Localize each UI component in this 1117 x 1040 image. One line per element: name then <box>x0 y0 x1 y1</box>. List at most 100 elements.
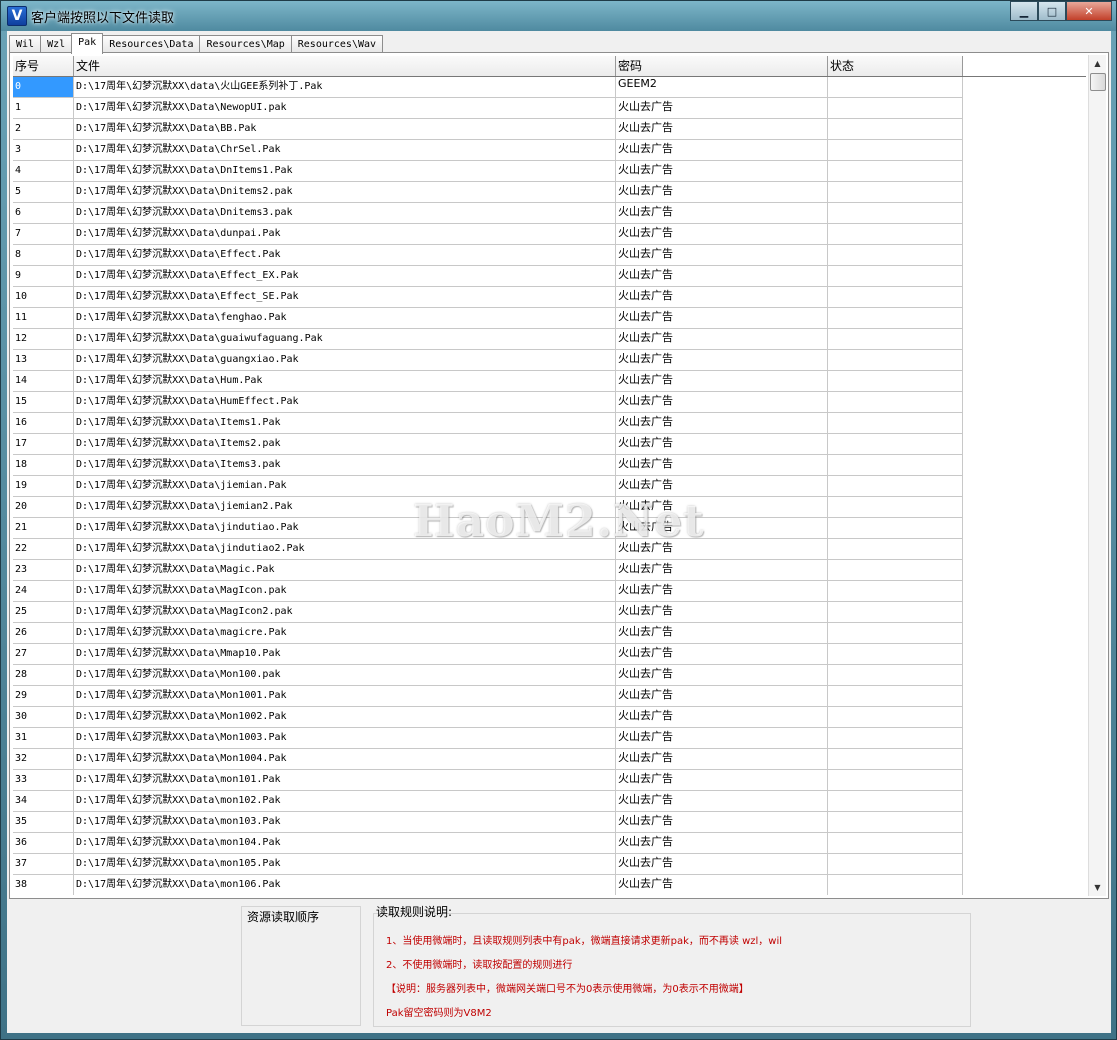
row-index-cell[interactable]: 14 <box>13 371 74 392</box>
file-path-cell[interactable]: D:\17周年\幻梦沉默XX\Data\mon101.Pak <box>74 770 616 791</box>
file-path-cell[interactable]: D:\17周年\幻梦沉默XX\Data\Effect.Pak <box>74 245 616 266</box>
status-cell[interactable] <box>828 644 963 665</box>
status-cell[interactable] <box>828 560 963 581</box>
row-index-cell[interactable]: 1 <box>13 98 74 119</box>
maximize-button[interactable]: □ <box>1038 1 1066 21</box>
table-row[interactable]: 25 D:\17周年\幻梦沉默XX\Data\MagIcon2.pak 火山去广告 <box>13 602 1086 623</box>
status-cell[interactable] <box>828 476 963 497</box>
status-cell[interactable] <box>828 161 963 182</box>
row-index-cell[interactable]: 28 <box>13 665 74 686</box>
table-row[interactable]: 21 D:\17周年\幻梦沉默XX\Data\jindutiao.Pak 火山去广告 <box>13 518 1086 539</box>
row-index-cell[interactable]: 23 <box>13 560 74 581</box>
status-cell[interactable] <box>828 287 963 308</box>
file-path-cell[interactable]: D:\17周年\幻梦沉默XX\Data\Effect_EX.Pak <box>74 266 616 287</box>
table-row[interactable]: 27 D:\17周年\幻梦沉默XX\Data\Mmap10.Pak 火山去广告 <box>13 644 1086 665</box>
row-index-cell[interactable]: 38 <box>13 875 74 895</box>
status-cell[interactable] <box>828 728 963 749</box>
file-path-cell[interactable]: D:\17周年\幻梦沉默XX\Data\jiemian2.Pak <box>74 497 616 518</box>
status-cell[interactable] <box>828 497 963 518</box>
row-index-cell[interactable]: 37 <box>13 854 74 875</box>
password-cell[interactable]: 火山去广告 <box>616 791 828 812</box>
file-path-cell[interactable]: D:\17周年\幻梦沉默XX\Data\fenghao.Pak <box>74 308 616 329</box>
table-row[interactable]: 26 D:\17周年\幻梦沉默XX\Data\magicre.Pak 火山去广告 <box>13 623 1086 644</box>
row-index-cell[interactable]: 20 <box>13 497 74 518</box>
row-index-cell[interactable]: 12 <box>13 329 74 350</box>
status-cell[interactable] <box>828 308 963 329</box>
file-path-cell[interactable]: D:\17周年\幻梦沉默XX\Data\Mmap10.Pak <box>74 644 616 665</box>
file-path-cell[interactable]: D:\17周年\幻梦沉默XX\Data\BB.Pak <box>74 119 616 140</box>
password-cell[interactable]: 火山去广告 <box>616 476 828 497</box>
status-cell[interactable] <box>828 518 963 539</box>
status-cell[interactable] <box>828 119 963 140</box>
scroll-up-icon[interactable]: ▲ <box>1089 55 1106 72</box>
table-row[interactable]: 23 D:\17周年\幻梦沉默XX\Data\Magic.Pak 火山去广告 <box>13 560 1086 581</box>
password-cell[interactable]: 火山去广告 <box>616 119 828 140</box>
file-path-cell[interactable]: D:\17周年\幻梦沉默XX\Data\jiemian.Pak <box>74 476 616 497</box>
table-row[interactable]: 18 D:\17周年\幻梦沉默XX\Data\Items3.pak 火山去广告 <box>13 455 1086 476</box>
file-path-cell[interactable]: D:\17周年\幻梦沉默XX\Data\mon106.Pak <box>74 875 616 895</box>
table-row[interactable]: 5 D:\17周年\幻梦沉默XX\Data\Dnitems2.pak 火山去广告 <box>13 182 1086 203</box>
file-table[interactable]: 序号 文件 密码 状态 0 D:\17周年\幻梦沉默XX\data\火山GEE系列补丁.… <box>13 56 1086 895</box>
table-row[interactable]: 2 D:\17周年\幻梦沉默XX\Data\BB.Pak 火山去广告 <box>13 119 1086 140</box>
table-row[interactable]: 22 D:\17周年\幻梦沉默XX\Data\jindutiao2.Pak 火山去广… <box>13 539 1086 560</box>
status-cell[interactable] <box>828 413 963 434</box>
status-cell[interactable] <box>828 140 963 161</box>
row-index-cell[interactable]: 19 <box>13 476 74 497</box>
table-row[interactable]: 1 D:\17周年\幻梦沉默XX\Data\NewopUI.pak 火山去广告 <box>13 98 1086 119</box>
password-cell[interactable]: 火山去广告 <box>616 182 828 203</box>
password-cell[interactable]: 火山去广告 <box>616 812 828 833</box>
scroll-thumb[interactable] <box>1090 73 1106 91</box>
password-cell[interactable]: 火山去广告 <box>616 455 828 476</box>
table-row[interactable]: 24 D:\17周年\幻梦沉默XX\Data\MagIcon.pak 火山去广告 <box>13 581 1086 602</box>
file-path-cell[interactable]: D:\17周年\幻梦沉默XX\data\火山GEE系列补丁.Pak <box>74 77 616 98</box>
file-path-cell[interactable]: D:\17周年\幻梦沉默XX\Data\Magic.Pak <box>74 560 616 581</box>
status-cell[interactable] <box>828 833 963 854</box>
table-row[interactable]: 11 D:\17周年\幻梦沉默XX\Data\fenghao.Pak 火山去广告 <box>13 308 1086 329</box>
table-row[interactable]: 34 D:\17周年\幻梦沉默XX\Data\mon102.Pak 火山去广告 <box>13 791 1086 812</box>
table-row[interactable]: 36 D:\17周年\幻梦沉默XX\Data\mon104.Pak 火山去广告 <box>13 833 1086 854</box>
table-row[interactable]: 30 D:\17周年\幻梦沉默XX\Data\Mon1002.Pak 火山去广告 <box>13 707 1086 728</box>
password-cell[interactable]: 火山去广告 <box>616 518 828 539</box>
row-index-cell[interactable]: 18 <box>13 455 74 476</box>
password-cell[interactable]: 火山去广告 <box>616 854 828 875</box>
row-index-cell[interactable]: 36 <box>13 833 74 854</box>
file-path-cell[interactable]: D:\17周年\幻梦沉默XX\Data\Items3.pak <box>74 455 616 476</box>
status-cell[interactable] <box>828 686 963 707</box>
table-row[interactable]: 29 D:\17周年\幻梦沉默XX\Data\Mon1001.Pak 火山去广告 <box>13 686 1086 707</box>
tab-resources-wav[interactable]: Resources\Wav <box>290 35 384 53</box>
password-cell[interactable]: 火山去广告 <box>616 875 828 895</box>
status-cell[interactable] <box>828 665 963 686</box>
password-cell[interactable]: 火山去广告 <box>616 665 828 686</box>
file-path-cell[interactable]: D:\17周年\幻梦沉默XX\Data\Items1.Pak <box>74 413 616 434</box>
row-index-cell[interactable]: 15 <box>13 392 74 413</box>
password-cell[interactable]: 火山去广告 <box>616 623 828 644</box>
status-cell[interactable] <box>828 539 963 560</box>
password-cell[interactable]: 火山去广告 <box>616 644 828 665</box>
row-index-cell[interactable]: 2 <box>13 119 74 140</box>
password-cell[interactable]: 火山去广告 <box>616 833 828 854</box>
password-cell[interactable]: 火山去广告 <box>616 497 828 518</box>
table-row[interactable]: 20 D:\17周年\幻梦沉默XX\Data\jiemian2.Pak 火山去广告 <box>13 497 1086 518</box>
file-path-cell[interactable]: D:\17周年\幻梦沉默XX\Data\DnItems1.Pak <box>74 161 616 182</box>
password-cell[interactable]: 火山去广告 <box>616 308 828 329</box>
password-cell[interactable]: 火山去广告 <box>616 749 828 770</box>
status-cell[interactable] <box>828 203 963 224</box>
status-cell[interactable] <box>828 455 963 476</box>
file-path-cell[interactable]: D:\17周年\幻梦沉默XX\Data\guaiwufaguang.Pak <box>74 329 616 350</box>
password-cell[interactable]: 火山去广告 <box>616 728 828 749</box>
table-row[interactable]: 3 D:\17周年\幻梦沉默XX\Data\ChrSel.Pak 火山去广告 <box>13 140 1086 161</box>
row-index-cell[interactable]: 24 <box>13 581 74 602</box>
tab-resources-data[interactable]: Resources\Data <box>102 35 201 53</box>
status-cell[interactable] <box>828 266 963 287</box>
row-index-cell[interactable]: 5 <box>13 182 74 203</box>
row-index-cell[interactable]: 6 <box>13 203 74 224</box>
tab-pak[interactable]: Pak <box>71 33 104 54</box>
password-cell[interactable]: 火山去广告 <box>616 770 828 791</box>
status-cell[interactable] <box>828 581 963 602</box>
status-cell[interactable] <box>828 350 963 371</box>
status-cell[interactable] <box>828 812 963 833</box>
file-path-cell[interactable]: D:\17周年\幻梦沉默XX\Data\MagIcon.pak <box>74 581 616 602</box>
password-cell[interactable]: 火山去广告 <box>616 266 828 287</box>
table-row[interactable]: 33 D:\17周年\幻梦沉默XX\Data\mon101.Pak 火山去广告 <box>13 770 1086 791</box>
row-index-cell[interactable]: 34 <box>13 791 74 812</box>
